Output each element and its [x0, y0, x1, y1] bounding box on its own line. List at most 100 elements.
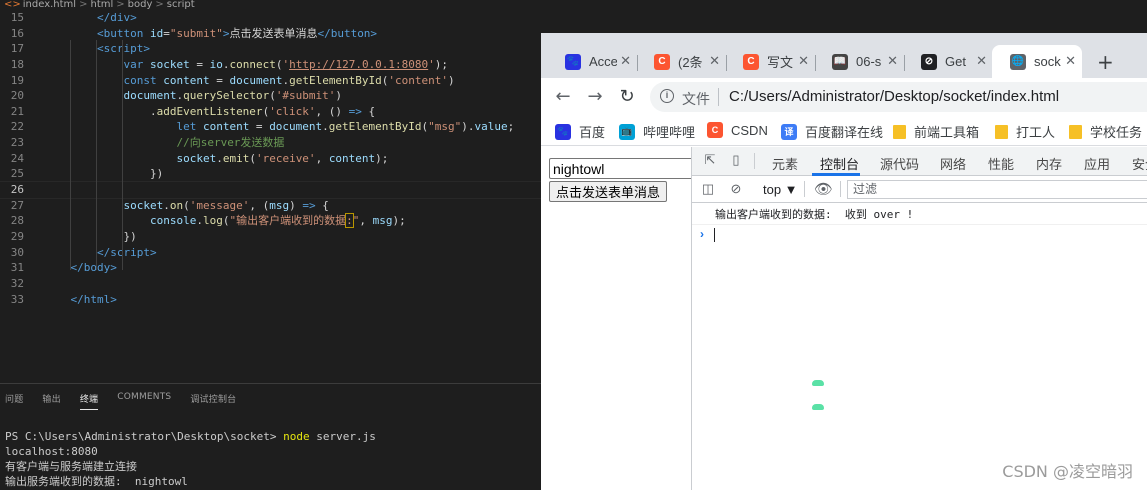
- folder-icon: [995, 124, 1008, 139]
- code-line[interactable]: 21 .addEventListener('click', () => {: [0, 104, 541, 120]
- line-number: 33: [10, 292, 24, 306]
- code-line[interactable]: 15 </div>: [0, 10, 541, 26]
- bookmark-item[interactable]: 学校任务: [1069, 122, 1142, 141]
- bookmark-favicon-icon: 译: [781, 123, 797, 140]
- line-number: 32: [10, 276, 24, 290]
- eye-icon[interactable]: 👁: [814, 180, 833, 198]
- bookmark-favicon-icon: 📺: [619, 123, 635, 140]
- submit-button[interactable]: 点击发送表单消息: [549, 181, 668, 202]
- bookmark-item[interactable]: 🐾 百度: [555, 122, 605, 141]
- bookmark-item[interactable]: 📺 哔哩哔哩: [619, 122, 695, 141]
- terminal-args: server.js: [309, 430, 376, 443]
- breadcrumb-separator: >: [79, 0, 88, 10]
- browser-tab[interactable]: C (2条 ✕: [636, 45, 727, 78]
- console-divider-1: [804, 181, 805, 197]
- code-line[interactable]: 19 const content = document.getElementBy…: [0, 73, 541, 89]
- breadcrumb-item[interactable]: html: [90, 0, 113, 10]
- code-line[interactable]: 25 }): [0, 166, 541, 182]
- code-line[interactable]: 28 console.log("输出客户端收到的数据:", msg);: [0, 213, 541, 229]
- bookmark-item[interactable]: C CSDN: [707, 122, 768, 138]
- browser-tab[interactable]: C 写文 ✕: [725, 45, 816, 78]
- tab-favicon-icon: 📖: [832, 53, 848, 70]
- terminal-output[interactable]: PS C:\Users\Administrator\Desktop\socket…: [5, 429, 376, 489]
- code-line[interactable]: 17 <script>: [0, 41, 541, 57]
- close-icon[interactable]: ✕: [798, 53, 809, 69]
- tab-title: Acce: [589, 54, 617, 69]
- folder-icon: [893, 124, 906, 139]
- bookmark-item[interactable]: 译百度翻译在线: [781, 122, 883, 141]
- devtools-tab[interactable]: 应用: [1084, 154, 1110, 173]
- line-number: 22: [10, 120, 24, 134]
- breadcrumb-item[interactable]: script: [167, 0, 195, 10]
- forward-arrow-icon[interactable]: →: [585, 86, 605, 107]
- browser-tab[interactable]: 🌐 sock ✕: [992, 45, 1082, 78]
- devtools-tab[interactable]: 源代码: [880, 154, 919, 173]
- reload-icon[interactable]: ↻: [617, 86, 637, 107]
- bookmark-favicon-icon: C: [707, 122, 723, 138]
- devtools-tab[interactable]: 元素: [772, 154, 798, 173]
- browser-tab[interactable]: ⊘ Get ✕: [903, 45, 993, 78]
- console-filter-input[interactable]: 过滤: [847, 180, 1147, 199]
- breadcrumb-item[interactable]: index.html: [23, 0, 76, 10]
- page-viewport: 点击发送表单消息: [541, 147, 699, 490]
- clear-console-icon[interactable]: ⊘: [728, 181, 744, 197]
- loading-indicator-icon: [812, 404, 824, 410]
- devtools-tab[interactable]: 内存: [1036, 154, 1062, 173]
- tab-title: 06-s: [856, 54, 882, 69]
- sidebar-toggle-icon[interactable]: ◫: [700, 181, 716, 197]
- browser-tab[interactable]: 🐾 Acce ✕: [547, 45, 638, 78]
- line-number: 26: [10, 183, 24, 197]
- code-line[interactable]: 18 var socket = io.connect('http://127.0…: [0, 57, 541, 73]
- tab-favicon-icon: C: [743, 53, 759, 70]
- new-tab-button[interactable]: +: [1097, 50, 1114, 74]
- breadcrumb-item[interactable]: body: [128, 0, 153, 10]
- close-icon[interactable]: ✕: [709, 53, 720, 69]
- code-line[interactable]: 33 </html>: [0, 292, 541, 308]
- code-text: <button id="submit">点击发送表单消息</button>: [96, 26, 378, 40]
- inspect-element-icon[interactable]: ⇱: [702, 152, 718, 168]
- code-line[interactable]: 26: [0, 181, 542, 199]
- devtools-divider: [754, 153, 755, 169]
- breadcrumb-separator: >: [116, 0, 125, 10]
- bookmark-item[interactable]: 前端工具箱: [893, 122, 979, 141]
- code-text: //向server发送数据: [176, 136, 285, 150]
- devtools-tab[interactable]: 控制台: [820, 154, 859, 173]
- code-lines[interactable]: 15 </div> 16 <button id="submit">点击发送表单消息…: [0, 10, 542, 308]
- back-arrow-icon[interactable]: ←: [553, 86, 573, 107]
- line-number: 16: [10, 26, 24, 40]
- code-line[interactable]: 29 }): [0, 229, 541, 245]
- code-line[interactable]: 20 document.querySelector('#submit'): [0, 88, 541, 104]
- indent-guide: [70, 40, 71, 270]
- msg-input[interactable]: [549, 158, 699, 179]
- panel-tab[interactable]: 调试控制台: [190, 392, 236, 410]
- code-line[interactable]: 22 let content = document.getElementById…: [0, 119, 541, 135]
- browser-toolbar: ← → ↻ i 文件 C:/Users/Administrator/Deskto…: [541, 78, 1147, 116]
- bookmark-item[interactable]: 打工人: [995, 122, 1055, 141]
- close-icon[interactable]: ✕: [887, 53, 898, 69]
- line-number: 30: [10, 245, 24, 259]
- code-line[interactable]: 27 socket.on('message', (msg) => {: [0, 198, 541, 214]
- panel-tab[interactable]: 终端: [79, 392, 99, 410]
- code-line[interactable]: 24 socket.emit('receive', content);: [0, 151, 541, 167]
- devtools-tab[interactable]: 网络: [940, 154, 966, 173]
- device-toolbar-icon[interactable]: ▯: [728, 152, 744, 168]
- close-icon[interactable]: ✕: [620, 53, 631, 69]
- panel-tab[interactable]: COMMENTS: [117, 392, 171, 410]
- devtools-tab[interactable]: 性能: [988, 154, 1014, 173]
- address-bar[interactable]: i 文件 C:/Users/Administrator/Desktop/sock…: [650, 82, 1147, 112]
- devtools-tab[interactable]: 安全: [1132, 154, 1147, 173]
- code-line[interactable]: 16 <button id="submit">点击发送表单消息</button>: [0, 26, 541, 42]
- code-line[interactable]: 32: [0, 276, 541, 292]
- context-selector[interactable]: top ▼: [763, 182, 798, 197]
- close-icon[interactable]: ✕: [976, 53, 987, 69]
- code-line[interactable]: 31 </body>: [0, 260, 541, 276]
- browser-tab[interactable]: 📖 06-s ✕: [814, 45, 905, 78]
- code-line[interactable]: 23 //向server发送数据: [0, 135, 541, 151]
- info-icon[interactable]: i: [660, 89, 674, 103]
- close-icon[interactable]: ✕: [1065, 53, 1076, 69]
- code-line[interactable]: 30 </script>: [0, 245, 541, 261]
- console-input-caret[interactable]: [714, 228, 715, 242]
- panel-tab[interactable]: 问题: [5, 392, 23, 410]
- line-number: 21: [10, 104, 24, 118]
- panel-tab[interactable]: 输出: [42, 392, 60, 410]
